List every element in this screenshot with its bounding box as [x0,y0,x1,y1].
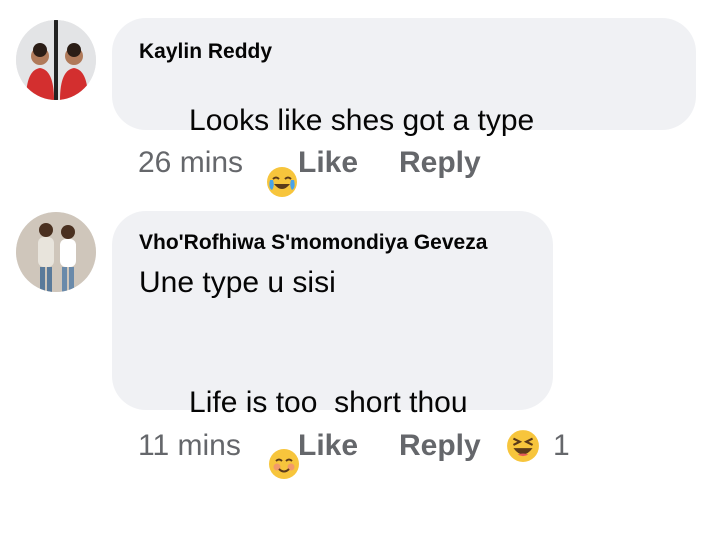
comment-bubble: Kaylin Reddy Looks like shes got a type [112,18,696,393]
comment-time[interactable]: 11 mins [138,431,241,461]
reaction-count: 1 [553,429,570,462]
avatar[interactable] [16,20,96,100]
comment-bubble: Vho'Rofhiwa S'momondiya Geveza Une type … [112,211,553,479]
comment-time[interactable]: 26 mins [138,148,243,178]
avatar[interactable] [16,212,96,292]
comment-author[interactable]: Vho'Rofhiwa S'momondiya Geveza [139,231,487,255]
like-button[interactable]: Like [298,148,358,178]
avatar-photo [16,212,96,292]
reply-button[interactable]: Reply [399,431,481,461]
comment-text-line1: Une type u sisi [139,266,336,299]
reply-button[interactable]: Reply [399,148,481,178]
laughing-emoji-icon [506,429,540,469]
comment-text-content: Looks like shes got a type [189,104,535,137]
comment-author[interactable]: Kaylin Reddy [139,40,272,64]
avatar-photo [16,20,96,100]
like-button[interactable]: Like [298,431,358,461]
comment-text-content: Life is too short thou [189,386,468,419]
